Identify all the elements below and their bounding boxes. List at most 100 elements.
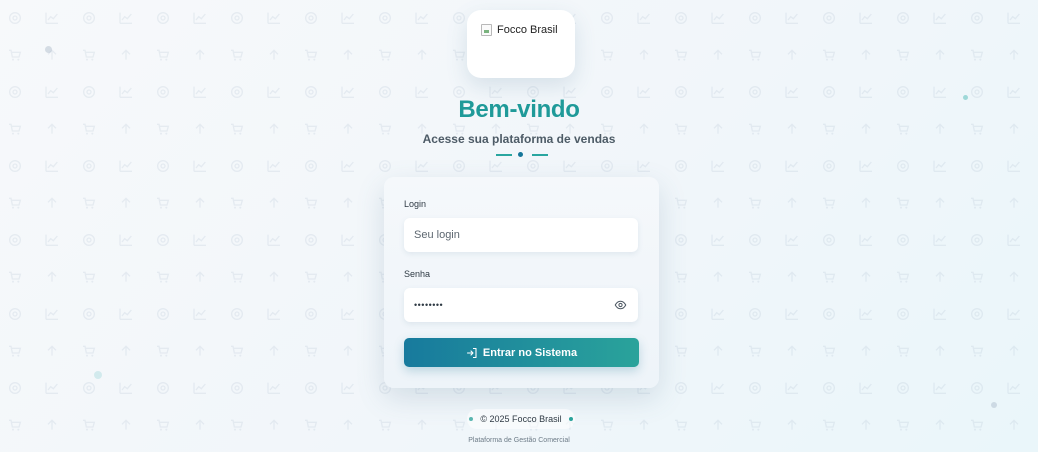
arrow-up-icon — [1009, 197, 1019, 208]
target-icon — [305, 308, 317, 320]
password-input[interactable] — [404, 288, 604, 322]
cart-icon — [971, 345, 984, 357]
chart-line-icon — [119, 234, 132, 246]
chart-line-icon — [785, 382, 798, 394]
target-icon — [749, 12, 761, 24]
target-icon — [453, 12, 465, 24]
cart-icon — [157, 345, 170, 357]
target-icon — [971, 382, 983, 394]
arrow-up-icon — [935, 419, 945, 430]
cart-icon — [971, 271, 984, 283]
target-icon — [231, 160, 243, 172]
cart-icon — [823, 271, 836, 283]
chart-line-icon — [45, 12, 58, 24]
arrow-up-icon — [417, 49, 427, 60]
chart-line-icon — [711, 12, 724, 24]
arrow-up-icon — [195, 49, 205, 60]
eye-icon[interactable] — [614, 299, 627, 311]
chart-line-icon — [711, 234, 724, 246]
arrow-up-icon — [195, 345, 205, 356]
submit-button[interactable]: Entrar no Sistema — [404, 338, 639, 367]
cart-icon — [675, 271, 688, 283]
arrow-up-icon — [787, 419, 797, 430]
target-icon — [231, 308, 243, 320]
chart-line-icon — [119, 308, 132, 320]
cart-icon — [231, 49, 244, 61]
chart-line-icon — [119, 12, 132, 24]
cart-icon — [675, 419, 688, 431]
cart-icon — [675, 49, 688, 61]
cart-icon — [157, 271, 170, 283]
arrow-up-icon — [121, 345, 131, 356]
arrow-up-icon — [713, 419, 723, 430]
cart-icon — [897, 419, 910, 431]
password-field-wrapper — [404, 288, 638, 322]
chart-line-icon — [415, 12, 428, 24]
login-arrow-icon — [466, 347, 477, 358]
cart-icon — [971, 197, 984, 209]
chart-line-icon — [267, 12, 280, 24]
cart-icon — [749, 49, 762, 61]
chart-line-icon — [341, 308, 354, 320]
cart-icon — [305, 419, 318, 431]
arrow-up-icon — [713, 197, 723, 208]
login-input[interactable] — [404, 218, 604, 252]
chart-line-icon — [637, 160, 650, 172]
cart-icon — [601, 49, 614, 61]
company-logo: Focco Brasil — [481, 24, 558, 36]
chart-line-icon — [859, 308, 872, 320]
target-icon — [823, 12, 835, 24]
login-field-wrapper — [404, 218, 638, 252]
login-form: Login Senha Entrar no Sistema — [384, 177, 659, 388]
target-icon — [305, 234, 317, 246]
arrow-up-icon — [121, 197, 131, 208]
footer-copyright-pill: © 2025 Focco Brasil — [467, 409, 575, 429]
cart-icon — [897, 49, 910, 61]
cart-icon — [9, 345, 22, 357]
cart-icon — [379, 419, 392, 431]
cart-icon — [231, 345, 244, 357]
copyright-text: © 2025 Focco Brasil — [480, 414, 562, 424]
chart-line-icon — [1007, 382, 1020, 394]
target-icon — [379, 160, 391, 172]
cart-icon — [749, 271, 762, 283]
chart-line-icon — [1007, 234, 1020, 246]
cart-icon — [305, 345, 318, 357]
arrow-up-icon — [861, 49, 871, 60]
chart-line-icon — [341, 12, 354, 24]
chart-line-icon — [933, 308, 946, 320]
arrow-up-icon — [1009, 419, 1019, 430]
chart-line-icon — [267, 308, 280, 320]
cart-icon — [823, 197, 836, 209]
chart-line-icon — [45, 308, 58, 320]
target-icon — [823, 382, 835, 394]
target-icon — [83, 308, 95, 320]
cart-icon — [231, 419, 244, 431]
chart-line-icon — [45, 382, 58, 394]
target-icon — [823, 234, 835, 246]
target-icon — [749, 382, 761, 394]
arrow-up-icon — [861, 345, 871, 356]
arrow-up-icon — [935, 197, 945, 208]
chart-line-icon — [785, 12, 798, 24]
chart-line-icon — [785, 234, 798, 246]
target-icon — [897, 382, 909, 394]
chart-line-icon — [341, 234, 354, 246]
target-icon — [675, 308, 687, 320]
arrow-up-icon — [269, 271, 279, 282]
target-icon — [897, 234, 909, 246]
password-label: Senha — [404, 269, 431, 279]
chart-line-icon — [785, 308, 798, 320]
chart-line-icon — [933, 382, 946, 394]
target-icon — [231, 234, 243, 246]
chart-line-icon — [267, 234, 280, 246]
cart-icon — [379, 49, 392, 61]
cart-icon — [749, 197, 762, 209]
cart-icon — [9, 271, 22, 283]
target-icon — [675, 382, 687, 394]
cart-icon — [305, 49, 318, 61]
arrow-up-icon — [269, 345, 279, 356]
arrow-up-icon — [787, 49, 797, 60]
arrow-up-icon — [639, 49, 649, 60]
arrow-up-icon — [861, 271, 871, 282]
